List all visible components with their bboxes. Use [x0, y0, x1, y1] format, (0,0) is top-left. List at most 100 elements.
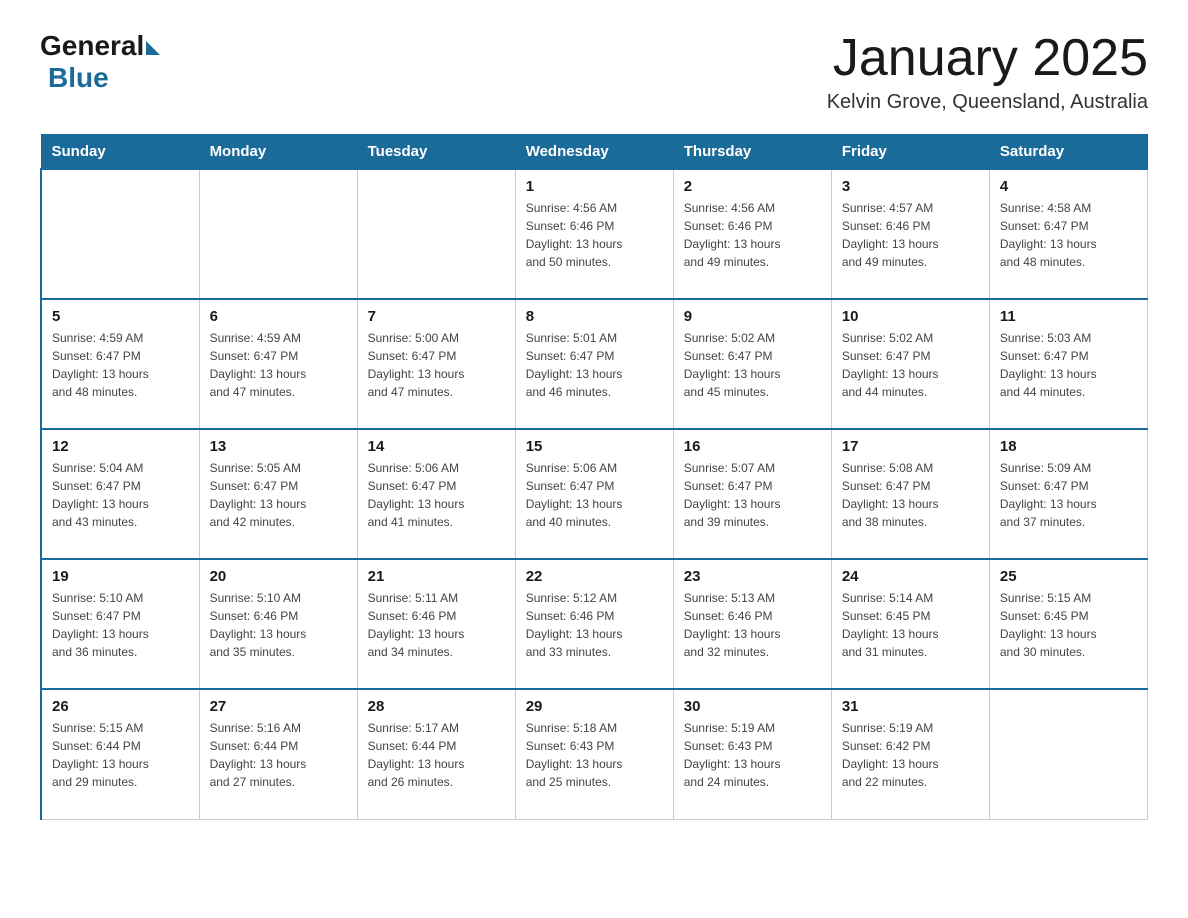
calendar-day-18: 18 Sunrise: 5:09 AM Sunset: 6:47 PM Dayli… [989, 429, 1147, 559]
calendar-day-15: 15Sunrise: 5:06 AM Sunset: 6:47 PM Dayli… [515, 429, 673, 559]
day-info: Sunrise: 5:11 AM Sunset: 6:46 PM Dayligh… [368, 589, 505, 661]
calendar-day-8: 8 Sunrise: 5:01 AM Sunset: 6:47 PM Daylig… [515, 299, 673, 429]
day-info: Sunrise: 5:16 AM Sunset: 6:44 PM Dayligh… [210, 719, 347, 791]
day-info: Sunrise: 5:05 AM Sunset: 6:47 PM Dayligh… [210, 459, 347, 531]
calendar-day-22: 22Sunrise: 5:12 AM Sunset: 6:46 PM Dayli… [515, 559, 673, 689]
day-info: Sunrise: 5:17 AM Sunset: 6:44 PM Dayligh… [368, 719, 505, 791]
day-number: 13 [210, 438, 347, 455]
day-number: 29 [526, 698, 663, 715]
calendar-day-25: 25 Sunrise: 5:15 AM Sunset: 6:45 PM Dayli… [989, 559, 1147, 689]
day-number: 2 [684, 178, 821, 195]
day-number: 15 [526, 438, 663, 455]
day-number: 8 [526, 308, 663, 325]
day-info: Sunrise: 5:01 AM Sunset: 6:47 PM Dayligh… [526, 329, 663, 401]
day-number: 21 [368, 568, 505, 585]
day-header-sunday: Sunday [41, 135, 199, 170]
day-number: 12 [52, 438, 189, 455]
calendar-day-4: 4 Sunrise: 4:58 AM Sunset: 6:47 PM Daylig… [989, 169, 1147, 299]
day-info: Sunrise: 5:13 AM Sunset: 6:46 PM Dayligh… [684, 589, 821, 661]
day-number: 14 [368, 438, 505, 455]
calendar-week-row: 12 Sunrise: 5:04 AM Sunset: 6:47 PM Dayli… [41, 429, 1148, 559]
day-info: Sunrise: 4:56 AM Sunset: 6:46 PM Dayligh… [684, 199, 821, 271]
day-info: Sunrise: 5:00 AM Sunset: 6:47 PM Dayligh… [368, 329, 505, 401]
day-info: Sunrise: 5:03 AM Sunset: 6:47 PM Dayligh… [1000, 329, 1137, 401]
day-info: Sunrise: 4:59 AM Sunset: 6:47 PM Dayligh… [210, 329, 347, 401]
day-header-thursday: Thursday [673, 135, 831, 170]
calendar-day-30: 30Sunrise: 5:19 AM Sunset: 6:43 PM Dayli… [673, 689, 831, 819]
calendar-day-19: 19Sunrise: 5:10 AM Sunset: 6:47 PM Dayli… [41, 559, 199, 689]
day-number: 19 [52, 568, 189, 585]
calendar-day-3: 3Sunrise: 4:57 AM Sunset: 6:46 PM Daylig… [831, 169, 989, 299]
day-info: Sunrise: 5:14 AM Sunset: 6:45 PM Dayligh… [842, 589, 979, 661]
day-number: 27 [210, 698, 347, 715]
day-info: Sunrise: 5:04 AM Sunset: 6:47 PM Dayligh… [52, 459, 189, 531]
day-number: 31 [842, 698, 979, 715]
day-number: 6 [210, 308, 347, 325]
day-number: 10 [842, 308, 979, 325]
day-number: 25 [1000, 568, 1137, 585]
calendar-day-24: 24 Sunrise: 5:14 AM Sunset: 6:45 PM Dayli… [831, 559, 989, 689]
logo-general-text: General [40, 30, 144, 62]
calendar-header-row: SundayMondayTuesdayWednesdayThursdayFrid… [41, 135, 1148, 170]
calendar-day-9: 9 Sunrise: 5:02 AM Sunset: 6:47 PM Daylig… [673, 299, 831, 429]
title-block: January 2025 Kelvin Grove, Queensland, A… [827, 30, 1148, 114]
calendar-table: SundayMondayTuesdayWednesdayThursdayFrid… [40, 134, 1148, 820]
calendar-day-12: 12 Sunrise: 5:04 AM Sunset: 6:47 PM Dayli… [41, 429, 199, 559]
day-number: 16 [684, 438, 821, 455]
day-number: 11 [1000, 308, 1137, 325]
month-title: January 2025 [827, 30, 1148, 87]
calendar-week-row: 19Sunrise: 5:10 AM Sunset: 6:47 PM Dayli… [41, 559, 1148, 689]
day-number: 9 [684, 308, 821, 325]
logo-blue-text: Blue [48, 62, 109, 94]
day-info: Sunrise: 5:08 AM Sunset: 6:47 PM Dayligh… [842, 459, 979, 531]
calendar-day-1: 1 Sunrise: 4:56 AM Sunset: 6:46 PM Daylig… [515, 169, 673, 299]
day-number: 26 [52, 698, 189, 715]
calendar-empty-cell [41, 169, 199, 299]
day-header-saturday: Saturday [989, 135, 1147, 170]
logo: General Blue [40, 30, 160, 94]
calendar-week-row: 5 Sunrise: 4:59 AM Sunset: 6:47 PM Daylig… [41, 299, 1148, 429]
calendar-day-6: 6 Sunrise: 4:59 AM Sunset: 6:47 PM Daylig… [199, 299, 357, 429]
day-header-wednesday: Wednesday [515, 135, 673, 170]
location-subtitle: Kelvin Grove, Queensland, Australia [827, 91, 1148, 114]
calendar-empty-cell [989, 689, 1147, 819]
day-info: Sunrise: 4:56 AM Sunset: 6:46 PM Dayligh… [526, 199, 663, 271]
day-info: Sunrise: 5:09 AM Sunset: 6:47 PM Dayligh… [1000, 459, 1137, 531]
day-header-friday: Friday [831, 135, 989, 170]
day-info: Sunrise: 5:15 AM Sunset: 6:45 PM Dayligh… [1000, 589, 1137, 661]
calendar-day-7: 7 Sunrise: 5:00 AM Sunset: 6:47 PM Daylig… [357, 299, 515, 429]
calendar-day-21: 21 Sunrise: 5:11 AM Sunset: 6:46 PM Dayli… [357, 559, 515, 689]
day-number: 23 [684, 568, 821, 585]
calendar-day-29: 29 Sunrise: 5:18 AM Sunset: 6:43 PM Dayli… [515, 689, 673, 819]
day-number: 4 [1000, 178, 1137, 195]
calendar-day-28: 28Sunrise: 5:17 AM Sunset: 6:44 PM Dayli… [357, 689, 515, 819]
day-info: Sunrise: 5:07 AM Sunset: 6:47 PM Dayligh… [684, 459, 821, 531]
day-info: Sunrise: 5:02 AM Sunset: 6:47 PM Dayligh… [842, 329, 979, 401]
day-number: 1 [526, 178, 663, 195]
day-number: 5 [52, 308, 189, 325]
day-info: Sunrise: 4:58 AM Sunset: 6:47 PM Dayligh… [1000, 199, 1137, 271]
calendar-week-row: 1 Sunrise: 4:56 AM Sunset: 6:46 PM Daylig… [41, 169, 1148, 299]
day-info: Sunrise: 5:18 AM Sunset: 6:43 PM Dayligh… [526, 719, 663, 791]
calendar-day-17: 17 Sunrise: 5:08 AM Sunset: 6:47 PM Dayli… [831, 429, 989, 559]
day-number: 24 [842, 568, 979, 585]
day-number: 18 [1000, 438, 1137, 455]
calendar-week-row: 26Sunrise: 5:15 AM Sunset: 6:44 PM Dayli… [41, 689, 1148, 819]
day-number: 7 [368, 308, 505, 325]
page-header: General Blue January 2025 Kelvin Grove, … [40, 30, 1148, 114]
day-info: Sunrise: 5:19 AM Sunset: 6:42 PM Dayligh… [842, 719, 979, 791]
calendar-day-26: 26Sunrise: 5:15 AM Sunset: 6:44 PM Dayli… [41, 689, 199, 819]
day-header-tuesday: Tuesday [357, 135, 515, 170]
day-number: 30 [684, 698, 821, 715]
calendar-day-23: 23 Sunrise: 5:13 AM Sunset: 6:46 PM Dayli… [673, 559, 831, 689]
day-number: 17 [842, 438, 979, 455]
calendar-day-11: 11 Sunrise: 5:03 AM Sunset: 6:47 PM Dayli… [989, 299, 1147, 429]
calendar-day-13: 13 Sunrise: 5:05 AM Sunset: 6:47 PM Dayli… [199, 429, 357, 559]
day-info: Sunrise: 5:02 AM Sunset: 6:47 PM Dayligh… [684, 329, 821, 401]
calendar-day-10: 10 Sunrise: 5:02 AM Sunset: 6:47 PM Dayli… [831, 299, 989, 429]
calendar-day-16: 16 Sunrise: 5:07 AM Sunset: 6:47 PM Dayli… [673, 429, 831, 559]
calendar-day-5: 5 Sunrise: 4:59 AM Sunset: 6:47 PM Daylig… [41, 299, 199, 429]
day-info: Sunrise: 5:10 AM Sunset: 6:46 PM Dayligh… [210, 589, 347, 661]
day-info: Sunrise: 4:57 AM Sunset: 6:46 PM Dayligh… [842, 199, 979, 271]
day-info: Sunrise: 4:59 AM Sunset: 6:47 PM Dayligh… [52, 329, 189, 401]
